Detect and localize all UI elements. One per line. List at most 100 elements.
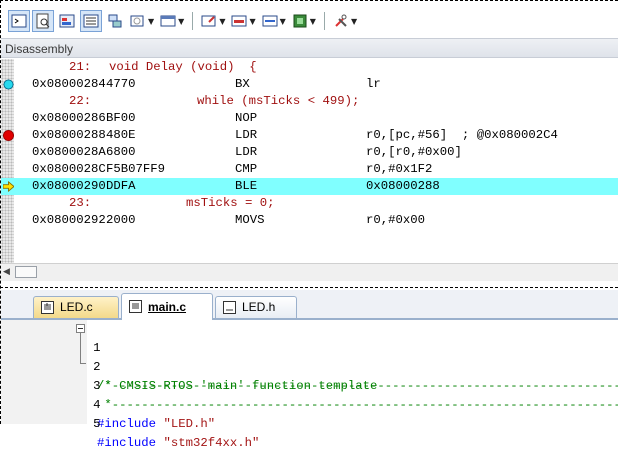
opcode: 2000 (106, 213, 136, 227)
line-number: 5 (93, 417, 101, 431)
source-line[interactable]: 22: while (msTicks < 499); (1, 93, 618, 110)
trace-windows-icon (262, 15, 278, 27)
analysis-windows-dropdown[interactable]: ▼ (229, 10, 257, 32)
opcode: 480E (106, 128, 136, 142)
opcode: 6800 (106, 145, 136, 159)
source-line-number: 23: (69, 196, 92, 210)
code-line[interactable]: 1 /*------------------------------------… (1, 320, 618, 393)
analysis-windows-icon (231, 15, 247, 27)
chevron-down-icon: ▼ (279, 16, 286, 26)
symbols-window-icon (59, 14, 75, 28)
program-counter-arrow-icon (3, 181, 14, 192)
disassembly-horizontal-scrollbar[interactable]: ◀ (1, 263, 618, 281)
source-line[interactable]: 21: void Delay (void) { (1, 59, 618, 76)
tab-label: LED.c (60, 300, 93, 314)
source-line-number: 22: (69, 94, 92, 108)
disassembly-listing[interactable]: 21: void Delay (void) {0x08000284 4770 BX lr… (1, 59, 618, 229)
source-line[interactable]: 23: msTicks = 0; (1, 195, 618, 212)
instruction-row[interactable]: 0x08000284 4770 BX lr (1, 76, 618, 93)
watch-windows-icon (130, 15, 144, 27)
opcode: F5B07FF9 (106, 162, 166, 176)
current-location-icon (3, 79, 14, 90)
frame-top-border (0, 0, 618, 1)
breakpoint-icon (3, 130, 14, 141)
h-file-icon (223, 301, 236, 314)
mnemonic: LDR (235, 145, 258, 159)
source-line-number: 21: (69, 60, 92, 74)
code-line[interactable]: 2 * CMSIS-RTOS 'main' function template (1, 339, 618, 393)
system-viewer-icon (293, 14, 307, 28)
mnemonic: MOVS (235, 213, 265, 227)
serial-windows-icon (201, 15, 216, 27)
source-text: while (msTicks < 499); (197, 94, 360, 108)
address: 0x08000288 (32, 128, 106, 142)
instruction-row[interactable]: 0x0800028C F5B07FF9 CMP r0,#0x1F2 (1, 161, 618, 178)
code-line[interactable]: 4 #include "LED.h" (1, 377, 618, 431)
tab-led-h[interactable]: LED.h (215, 296, 297, 318)
call-stack-button[interactable] (104, 10, 126, 32)
chevron-down-icon: ▼ (249, 16, 256, 26)
chevron-down-icon: ▼ (219, 16, 226, 26)
fold-toggle[interactable] (76, 324, 85, 333)
disassembly-window-icon (36, 13, 50, 29)
system-viewer-dropdown[interactable]: ▼ (290, 10, 318, 32)
disassembly-window-button[interactable] (32, 10, 54, 32)
code-line[interactable]: 5 #include "stm32f4xx.h" (1, 396, 618, 450)
include-path: "stm32f4xx.h" (163, 436, 260, 450)
tab-led-c[interactable]: LED.c (33, 296, 119, 318)
trace-windows-dropdown[interactable]: ▼ (260, 10, 288, 32)
address: 0x0800028C (32, 162, 106, 176)
editor-tab-bar: LED.c main.c LED.h (1, 290, 618, 320)
panel-divider (0, 287, 618, 288)
mnemonic: BLE (235, 179, 258, 193)
memory-windows-icon (160, 15, 176, 27)
source-text: msTicks = 0; (186, 196, 275, 210)
serial-windows-dropdown[interactable]: ▼ (199, 10, 227, 32)
chevron-down-icon: ▼ (178, 16, 185, 26)
include-path: "LED.h" (163, 417, 216, 431)
scroll-left-icon[interactable]: ◀ (3, 267, 10, 277)
scrollbar-thumb[interactable] (15, 266, 37, 278)
registers-window-button[interactable] (80, 10, 102, 32)
operands: r0,[r0,#0x00] (366, 145, 462, 159)
instruction-row[interactable]: 0x08000292 2000 MOVS r0,#0x00 (1, 212, 618, 229)
operands: lr (366, 77, 381, 91)
mnemonic: CMP (235, 162, 258, 176)
instruction-row[interactable]: 0x08000286 BF00 NOP (1, 110, 618, 127)
tab-label: LED.h (242, 300, 276, 314)
toolbar-separator (323, 12, 325, 30)
instruction-row[interactable]: 0x08000288 480E LDR r0,[pc,#56] ; @0x080002… (1, 127, 618, 144)
toolbar-separator (192, 12, 194, 30)
call-stack-icon (108, 14, 122, 28)
instruction-row[interactable]: 0x0800028A 6800 LDR r0,[r0,#0x00] (1, 144, 618, 161)
address: 0x08000290 (32, 179, 106, 193)
opcode: 4770 (106, 77, 136, 91)
disassembly-panel-title: Disassembly (1, 38, 618, 58)
opcode: DDFA (106, 179, 136, 193)
preprocessor-directive: #include (97, 417, 157, 431)
instruction-row[interactable]: 0x08000290 DDFA BLE 0x08000288 (1, 178, 618, 195)
address: 0x08000292 (32, 213, 106, 227)
address: 0x08000284 (32, 77, 106, 91)
chevron-down-icon: ▼ (350, 16, 358, 26)
toolbox-dropdown[interactable]: ▼ (331, 10, 359, 32)
opcode: BF00 (106, 111, 136, 125)
c-file-icon (129, 300, 142, 313)
command-window-icon (11, 14, 27, 28)
mnemonic: NOP (235, 111, 258, 125)
address: 0x08000286 (32, 111, 106, 125)
operands: r0,#0x1F2 (366, 162, 433, 176)
code-line[interactable]: 3 *-------------------------------------… (1, 358, 618, 412)
registers-window-icon (83, 14, 99, 28)
code-editor[interactable]: 1 /*------------------------------------… (1, 320, 618, 450)
command-window-button[interactable] (8, 10, 30, 32)
symbols-window-button[interactable] (56, 10, 78, 32)
watch-windows-dropdown[interactable]: ▼ (128, 10, 156, 32)
mnemonic: BX (235, 77, 250, 91)
tab-main-c[interactable]: main.c (121, 293, 213, 320)
operands: r0,#0x00 (366, 213, 426, 227)
address: 0x0800028A (32, 145, 106, 159)
c-file-icon (41, 301, 54, 314)
memory-windows-dropdown[interactable]: ▼ (158, 10, 186, 32)
mnemonic: LDR (235, 128, 258, 142)
